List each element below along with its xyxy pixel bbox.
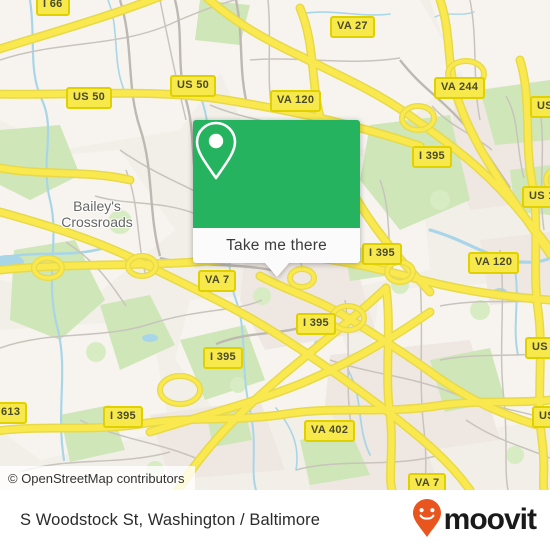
road-shield-us1-b[interactable]: US 1 [522, 186, 550, 208]
map-canvas[interactable]: Bailey's Crossroads I 66 US 50 US 50 VA … [0, 0, 550, 490]
footer-bar: S Woodstock St, Washington / Baltimore m… [0, 490, 550, 550]
road-shield-us50-b[interactable]: US 50 [170, 75, 217, 97]
road-shield-us1-d[interactable]: US 1 [532, 406, 550, 428]
road-shield-va402[interactable]: VA 402 [304, 420, 356, 442]
map-screenshot: Bailey's Crossroads I 66 US 50 US 50 VA … [0, 0, 550, 550]
road-shield-i395-d[interactable]: I 395 [203, 347, 243, 369]
road-shield-va120-b[interactable]: VA 120 [468, 252, 520, 274]
road-shield-va244[interactable]: VA 244 [434, 77, 486, 99]
road-shield-i395-b[interactable]: I 395 [362, 243, 402, 265]
moovit-brand[interactable]: moovit [412, 498, 537, 543]
road-shield-613[interactable]: 613 [0, 402, 28, 424]
map-attribution[interactable]: © OpenStreetMap contributors [0, 466, 195, 490]
location-title: S Woodstock St, Washington / Baltimore [20, 510, 321, 529]
take-me-there-button[interactable]: Take me there [226, 237, 327, 255]
road-shield-va120-a[interactable]: VA 120 [270, 90, 322, 112]
popup-pointer [264, 263, 289, 277]
road-shield-i66[interactable]: I 66 [36, 0, 70, 16]
road-shield-i395-a[interactable]: I 395 [412, 146, 452, 168]
road-shield-us1-c[interactable]: US 1 [525, 337, 550, 359]
popup-header [193, 120, 360, 228]
location-popup[interactable]: Take me there [193, 120, 360, 277]
road-shield-i395-e[interactable]: I 395 [103, 406, 143, 428]
moovit-wordmark: moovit [443, 503, 537, 536]
popup-footer[interactable]: Take me there [193, 228, 360, 263]
moovit-pin-icon [412, 498, 442, 543]
road-shield-va7-a[interactable]: VA 7 [198, 270, 237, 292]
road-shield-us50-a[interactable]: US 50 [66, 87, 113, 109]
place-label-baileys-crossroads: Bailey's Crossroads [61, 198, 133, 230]
road-shield-us1-a[interactable]: US 1 [530, 96, 550, 118]
road-shield-va27[interactable]: VA 27 [330, 16, 375, 38]
road-shield-va7-b[interactable]: VA 7 [408, 473, 447, 490]
road-shield-i395-c[interactable]: I 395 [296, 313, 336, 335]
